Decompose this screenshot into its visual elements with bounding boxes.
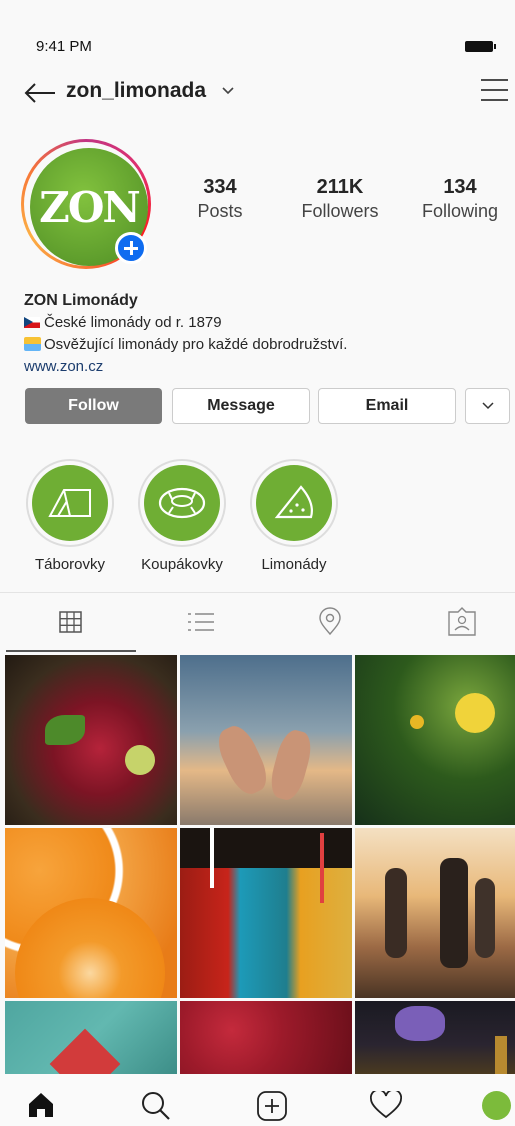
top-bar: zon_limonada [0,76,515,110]
tent-icon [48,489,91,517]
hamburger-menu-icon[interactable] [480,78,509,102]
tagged-icon[interactable] [447,607,477,637]
battery-icon [465,41,496,52]
chevron-down-icon [481,402,494,410]
bio-line-2-text: Osvěžující limonády pro každé dobrodružs… [44,336,348,353]
add-story-plus-icon[interactable] [115,232,147,264]
bio-line-1: České limonády od r. 1879 [24,314,222,331]
highlight-koupakovky[interactable]: Koupákovky [136,459,228,573]
stat-followers[interactable]: 211K Followers [285,176,395,222]
highlight-label: Táborovky [34,556,106,573]
bio-line-2: Osvěžující limonády pro každé dobrodružs… [24,336,347,353]
email-button[interactable]: Email [318,388,456,424]
stat-followers-label: Followers [301,201,379,221]
new-post-icon[interactable] [256,1090,288,1122]
bio-line-1-text: České limonády od r. 1879 [44,314,222,331]
post-thumbnail-lemon-tree[interactable] [355,655,515,825]
watermelon-slice-icon [274,485,313,519]
stat-followers-value: 211K [316,176,364,198]
grid-icon[interactable] [56,607,86,637]
post-thumbnail-feet-in-water[interactable] [180,655,352,825]
profile-avatar-icon[interactable] [482,1091,511,1120]
stat-posts[interactable]: 334 Posts [165,176,275,222]
post-thumbnail-raspberry-drink[interactable] [5,655,177,825]
status-time: 9:41 PM [36,38,92,55]
stat-following-value: 134 [443,176,477,198]
profile-username[interactable]: zon_limonada [66,79,206,103]
list-icon[interactable] [186,607,216,637]
post-thumbnail-lavender[interactable] [355,1001,515,1074]
stat-following-label: Following [421,201,499,221]
message-button[interactable]: Message [172,388,310,424]
location-pin-icon[interactable] [315,607,345,637]
follow-button[interactable]: Follow [25,388,162,424]
post-thumbnail-colorful-drinks[interactable] [180,828,352,998]
stat-posts-value: 334 [203,176,237,198]
stat-following[interactable]: 134 Following [405,176,515,222]
profile-name: ZON Limonády [24,292,138,309]
back-arrow-icon[interactable] [24,82,56,104]
post-thumbnail-raspberries[interactable] [180,1001,352,1074]
post-thumbnail-orange-slices[interactable] [5,828,177,998]
active-tab-indicator [6,650,136,652]
czech-flag-icon [24,317,40,328]
swim-ring-icon [158,487,206,519]
stat-posts-label: Posts [197,201,243,221]
home-icon[interactable] [27,1092,55,1118]
avatar-logo-text: ZON [39,182,141,232]
highlight-limonady[interactable]: Limonády [248,459,340,573]
profile-tabs [0,592,515,653]
post-thumbnail-pool[interactable] [5,1001,177,1074]
highlight-taborovky[interactable]: Táborovky [24,459,116,573]
website-link[interactable]: www.zon.cz [24,358,103,375]
highlight-label: Limonády [261,556,327,573]
sunrise-icon [24,337,41,351]
bottom-navigation [0,1074,515,1126]
highlight-label: Koupákovky [141,556,223,573]
chevron-down-icon[interactable] [222,86,234,96]
post-thumbnail-friends-sunset[interactable] [355,828,515,998]
heart-icon[interactable] [370,1091,402,1119]
search-icon[interactable] [140,1090,172,1122]
suggested-dropdown-button[interactable] [465,388,510,424]
